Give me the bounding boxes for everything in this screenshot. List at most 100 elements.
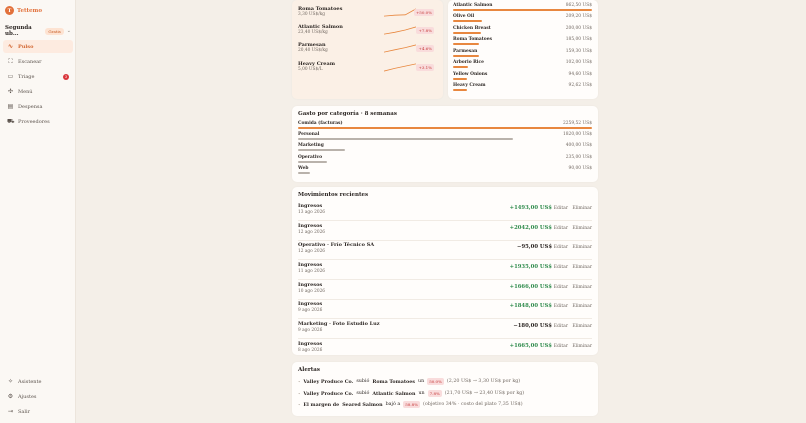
delete-button[interactable]: Eliminar bbox=[572, 285, 592, 290]
category-row[interactable]: Personal 1820,00 US$ bbox=[298, 132, 592, 143]
movement-name: Operativo · Frío Técnico SA bbox=[298, 242, 375, 248]
movement-row: Ingresos 8 ago 2026 +1665,00 US$ Editar Elim… bbox=[298, 341, 592, 359]
sidebar-item-label: Triage bbox=[18, 73, 35, 80]
brand-logo-icon: T bbox=[5, 6, 14, 15]
sidebar-item-escanear[interactable]: ⛶ Escanear bbox=[3, 55, 73, 68]
row-divider bbox=[298, 299, 592, 300]
bullet-icon: • bbox=[298, 402, 301, 407]
ingredient-spend: 159,30 US$ bbox=[565, 49, 592, 54]
sidebar-item-menu[interactable]: ✣ Menú bbox=[3, 85, 73, 98]
edit-button[interactable]: Editar bbox=[554, 206, 568, 211]
ingredient-spend: 92,62 US$ bbox=[568, 83, 592, 88]
escanear-icon: ⛶ bbox=[8, 57, 13, 65]
price-change-badge: +50.0% bbox=[413, 9, 434, 16]
sidebar-item-despensa[interactable]: ▤ Despensa bbox=[3, 100, 73, 113]
delete-button[interactable]: Eliminar bbox=[572, 206, 592, 211]
category-spend-title: Gasto por categoría · 8 semanas bbox=[298, 111, 397, 117]
movement-date: 12 ago 2026 bbox=[298, 249, 326, 254]
alert-detail: (objetivo 34% · costo del plato 7,35 US$… bbox=[423, 402, 523, 407]
top-ingredient-row[interactable]: Roma Tomatoes 185,00 US$ bbox=[453, 37, 592, 48]
sidebar-item-label: Despensa bbox=[18, 103, 43, 110]
price-change-row[interactable]: Heavy Cream 5,00 US$/L +3.1% bbox=[298, 61, 438, 75]
alert-item[interactable]: • El margen de Seared Salmon bajó a 58.8% (ob… bbox=[298, 400, 592, 409]
ingredient-name: Atlantic Salmon bbox=[453, 3, 493, 8]
spend-bar bbox=[453, 32, 481, 34]
ingredient-price: 20,40 US$/kg bbox=[298, 48, 328, 53]
category-row[interactable]: Comida (facturas) 2259,52 US$ bbox=[298, 121, 592, 132]
sidebar-item-pulso[interactable]: ∿ Pulso bbox=[3, 40, 73, 53]
price-change-row[interactable]: Atlantic Salmon 23,40 US$/kg +7.8% bbox=[298, 24, 438, 38]
delete-button[interactable]: Eliminar bbox=[572, 226, 592, 231]
delete-button[interactable]: Eliminar bbox=[572, 344, 592, 349]
ingredient-spend: 185,00 US$ bbox=[565, 37, 592, 42]
edit-button[interactable]: Editar bbox=[554, 245, 568, 250]
sidebar-item-triage[interactable]: ▭ Triage 3 bbox=[3, 70, 73, 83]
category-name: Web bbox=[298, 166, 309, 171]
delete-button[interactable]: Eliminar bbox=[572, 265, 592, 270]
sidebar-item-proveedores[interactable]: ⛟ Proveedores bbox=[3, 115, 73, 128]
top-ingredient-row[interactable]: Atlantic Salmon 862,50 US$ bbox=[453, 3, 592, 14]
top-ingredient-row[interactable]: Chicken Breast 200,00 US$ bbox=[453, 26, 592, 37]
top-ingredient-row[interactable]: Arborio Rice 102,00 US$ bbox=[453, 60, 592, 71]
delete-button[interactable]: Eliminar bbox=[572, 324, 592, 329]
price-sparkline bbox=[384, 44, 416, 53]
price-sparkline bbox=[384, 26, 416, 35]
ingredient-spend: 862,50 US$ bbox=[565, 3, 592, 8]
ingredient-spend: 94,60 US$ bbox=[568, 72, 592, 77]
category-row[interactable]: Operativo 235,00 US$ bbox=[298, 155, 592, 166]
alert-change-badge: 58.8% bbox=[403, 401, 421, 408]
category-row[interactable]: Web 90,00 US$ bbox=[298, 166, 592, 177]
delete-button[interactable]: Eliminar bbox=[572, 304, 592, 309]
category-row[interactable]: Marketing 400,00 US$ bbox=[298, 143, 592, 154]
delete-button[interactable]: Eliminar bbox=[572, 245, 592, 250]
top-ingredient-row[interactable]: Heavy Cream 92,62 US$ bbox=[453, 83, 592, 94]
category-bar bbox=[298, 127, 592, 129]
brand-name: Tettemo bbox=[17, 7, 43, 14]
price-change-row[interactable]: Roma Tomatoes 3,30 US$/kg +50.0% bbox=[298, 6, 438, 20]
edit-button[interactable]: Editar bbox=[554, 344, 568, 349]
row-divider bbox=[298, 220, 592, 221]
sidebar-item-label: Menú bbox=[18, 88, 33, 95]
ingredient-price: 3,30 US$/kg bbox=[298, 12, 326, 17]
row-divider bbox=[298, 259, 592, 260]
despensa-icon: ▤ bbox=[7, 103, 14, 110]
spend-bar bbox=[453, 78, 467, 80]
spend-bar bbox=[453, 66, 469, 68]
sidebar-item-salir[interactable]: ⇥ Salir bbox=[3, 405, 73, 418]
movement-amount: −95,00 US$ bbox=[517, 244, 552, 250]
price-change-row[interactable]: Parmesan 20,40 US$/kg +4.6% bbox=[298, 42, 438, 56]
category-bar-track bbox=[298, 138, 592, 140]
top-ingredient-row[interactable]: Parmesan 159,30 US$ bbox=[453, 49, 592, 60]
alert-item[interactable]: • Valley Produce Co. subió Atlantic Salmon u… bbox=[298, 389, 592, 398]
edit-button[interactable]: Editar bbox=[554, 265, 568, 270]
price-changes-card: Roma Tomatoes 3,30 US$/kg +50.0% Atlantic S… bbox=[292, 0, 443, 99]
venue-selector[interactable]: Segunda ub... Gratis ⌄ bbox=[5, 25, 71, 37]
bullet-icon: • bbox=[298, 379, 301, 384]
category-bar-track bbox=[298, 149, 592, 151]
category-bar-track bbox=[298, 172, 592, 174]
alert-detail: (21,70 US$ → 23,40 US$ por kg) bbox=[444, 391, 525, 396]
ajustes-icon: ⚙ bbox=[7, 393, 14, 400]
alert-item-name: Seared Salmon bbox=[342, 401, 383, 408]
sidebar-item-asistente[interactable]: ✧ Asistente bbox=[3, 375, 73, 388]
sidebar-item-ajustes[interactable]: ⚙ Ajustes bbox=[3, 390, 73, 403]
top-ingredient-row[interactable]: Olive Oil 209,20 US$ bbox=[453, 14, 592, 25]
alert-verb: subió bbox=[356, 391, 370, 396]
sidebar-nav: ∿ Pulso ⛶ Escanear ▭ Triage 3 ✣ Menú ▤ Despensa ⛟ Pr… bbox=[3, 40, 73, 130]
salir-icon: ⇥ bbox=[7, 408, 14, 415]
movement-row: Ingresos 11 ago 2026 +1935,00 US$ Editar Eli… bbox=[298, 262, 592, 280]
alert-item[interactable]: • Valley Produce Co. subió Roma Tomatoes un 5… bbox=[298, 377, 592, 386]
brand[interactable]: T Tettemo bbox=[5, 6, 42, 15]
sidebar-item-label: Proveedores bbox=[18, 118, 50, 125]
category-bar-track bbox=[298, 161, 592, 163]
category-name: Personal bbox=[298, 132, 320, 137]
edit-button[interactable]: Editar bbox=[554, 304, 568, 309]
movement-name: Ingresos bbox=[298, 282, 323, 288]
edit-button[interactable]: Editar bbox=[554, 324, 568, 329]
edit-button[interactable]: Editar bbox=[554, 285, 568, 290]
row-divider bbox=[298, 318, 592, 319]
movement-row: Ingresos 10 ago 2026 +1666,00 US$ Editar Eli… bbox=[298, 282, 592, 300]
edit-button[interactable]: Editar bbox=[554, 226, 568, 231]
top-ingredient-row[interactable]: Yellow Onions 94,60 US$ bbox=[453, 72, 592, 83]
alerts-title: Alertas bbox=[298, 367, 320, 373]
